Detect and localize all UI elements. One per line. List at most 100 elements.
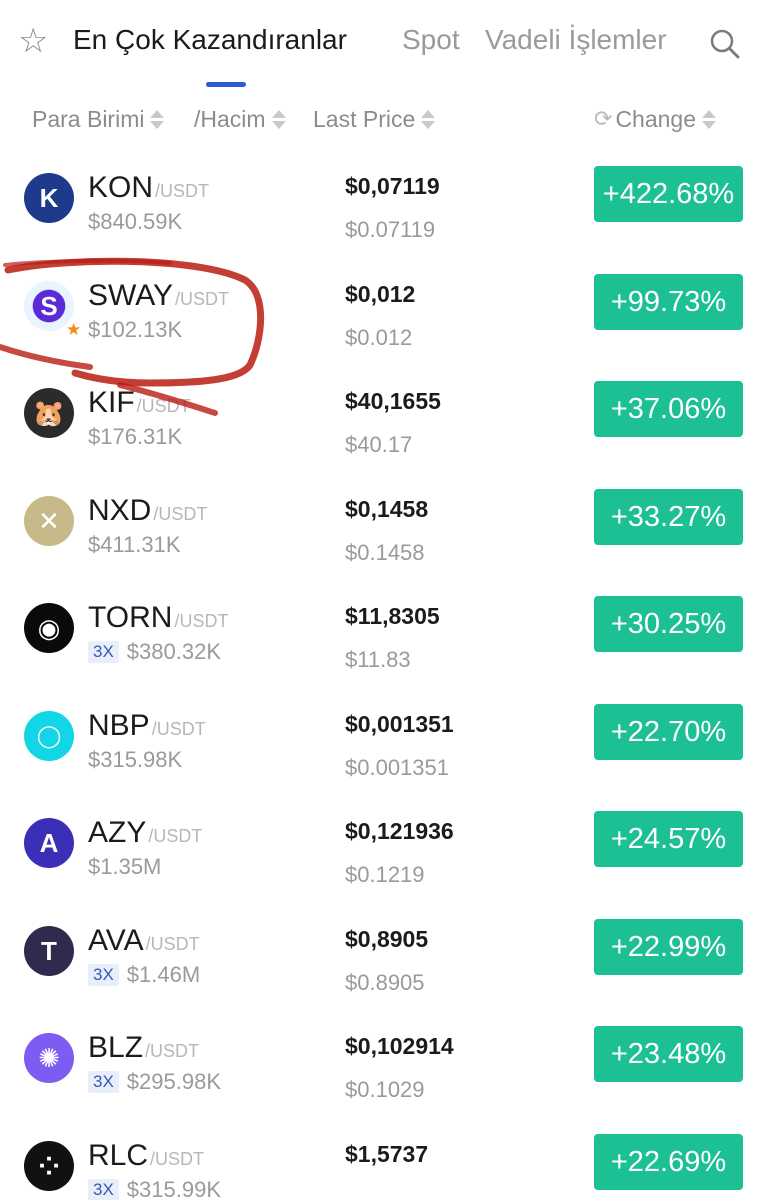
base-symbol: SWAY (88, 279, 174, 312)
market-row[interactable]: ⁘ RLC/USDT 3X $315.99K $1,5737 +22.69% (0, 1133, 775, 1200)
volume-line: $840.59K (88, 209, 182, 235)
last-price-usd: $40.17 (345, 432, 413, 457)
change-badge[interactable]: +422.68% (594, 166, 743, 222)
volume-line: $315.98K (88, 747, 182, 773)
sort-arrows-icon (702, 109, 717, 129)
last-price-usd: $0.1458 (345, 540, 425, 565)
volume-value: $295.98K (126, 1069, 221, 1094)
quote-symbol: /USDT (136, 396, 191, 416)
column-header-change[interactable]: ⟳ Change (594, 104, 717, 134)
pair-name: BLZ/USDT (88, 1031, 199, 1065)
base-symbol: NBP (88, 709, 150, 742)
base-symbol: AZY (88, 816, 147, 849)
base-symbol: TORN (88, 601, 173, 634)
last-price: $0,012 (345, 281, 416, 307)
column-header-pair[interactable]: Para Birimi (32, 104, 165, 134)
quote-symbol: /USDT (150, 1149, 205, 1169)
change-badge[interactable]: +37.06% (594, 381, 743, 437)
volume-value: $102.13K (88, 317, 183, 342)
last-price-usd: $0.1029 (345, 1077, 425, 1102)
market-row[interactable]: ◯ NBP/USDT $315.98K $0,001351 $0.001351 +22.7… (0, 703, 775, 810)
base-symbol: AVA (88, 924, 144, 957)
volume-line: 3X $380.32K (88, 639, 221, 665)
quote-symbol: /USDT (148, 826, 203, 846)
logo-glyph: S (40, 290, 58, 321)
market-row[interactable]: S ★ SWAY/USDT $102.13K $0,012 $0.012 +99.73% (0, 273, 775, 380)
logo-glyph: T (41, 935, 57, 966)
sort-arrows-icon (421, 109, 436, 129)
volume-line: 3X $315.99K (88, 1177, 221, 1200)
change-badge[interactable]: +22.69% (594, 1134, 743, 1190)
market-row[interactable]: ✕ NXD/USDT $411.31K $0,1458 $0.1458 +33.27% (0, 488, 775, 595)
base-symbol: KON (88, 171, 154, 204)
last-price: $0,8905 (345, 926, 429, 952)
top-navigation: ☆ En Çok Kazandıranlar Spot Vadeli İşlem… (0, 0, 775, 95)
leverage-badge: 3X (88, 1179, 119, 1200)
sort-arrows-icon (271, 109, 286, 129)
kif-logo-icon: 🐹 (24, 388, 74, 438)
change-badge[interactable]: +24.57% (594, 811, 743, 867)
volume-value: $176.31K (88, 424, 183, 449)
quote-symbol: /USDT (151, 719, 206, 739)
pair-name: KON/USDT (88, 171, 209, 205)
column-label-pair: Para Birimi (32, 105, 145, 132)
change-badge[interactable]: +23.48% (594, 1026, 743, 1082)
market-row[interactable]: T AVA/USDT 3X $1.46M $0,8905 $0.8905 +22.99% (0, 918, 775, 1025)
favorites-star-icon[interactable]: ☆ (18, 24, 48, 58)
volume-value: $840.59K (88, 209, 183, 234)
pair-name: NXD/USDT (88, 494, 207, 528)
leverage-badge: 3X (88, 641, 119, 663)
market-row[interactable]: ✺ BLZ/USDT 3X $295.98K $0,102914 $0.1029 +23.4… (0, 1025, 775, 1132)
market-row[interactable]: K KON/USDT $840.59K $0,07119 $0.07119 +422.68… (0, 165, 775, 272)
tab-futures[interactable]: Vadeli İşlemler (485, 26, 667, 54)
pair-name: KIF/USDT (88, 386, 191, 420)
column-label-change: Change (615, 105, 697, 132)
base-symbol: KIF (88, 386, 135, 419)
change-badge[interactable]: +22.70% (594, 704, 743, 760)
change-badge[interactable]: +33.27% (594, 489, 743, 545)
pair-name: SWAY/USDT (88, 279, 229, 313)
volume-value: $1.35M (88, 854, 162, 879)
column-header-last-price[interactable]: Last Price (313, 104, 436, 134)
last-price-usd: $0.001351 (345, 755, 449, 780)
column-label-last-price: Last Price (313, 105, 416, 132)
market-row[interactable]: A AZY/USDT $1.35M $0,121936 $0.1219 +24.57% (0, 810, 775, 917)
volume-line: 3X $1.46M (88, 962, 200, 988)
leverage-badge: 3X (88, 964, 119, 986)
logo-glyph: ◯ (36, 723, 62, 748)
nbp-logo-icon: ◯ (24, 711, 74, 761)
tab-spot[interactable]: Spot (402, 26, 460, 54)
pair-name: NBP/USDT (88, 709, 206, 743)
base-symbol: RLC (88, 1139, 149, 1172)
tab-top-gainers[interactable]: En Çok Kazandıranlar (73, 26, 347, 54)
last-price: $0,1458 (345, 496, 429, 522)
quote-symbol: /USDT (145, 934, 200, 954)
volume-line: $411.31K (88, 532, 181, 558)
volume-value: $315.99K (126, 1177, 221, 1200)
column-header-volume[interactable]: /Hacim (194, 104, 286, 134)
logo-glyph: ✕ (38, 505, 60, 536)
change-badge[interactable]: +30.25% (594, 596, 743, 652)
torn-logo-icon: ◉ (24, 603, 74, 653)
market-row[interactable]: ◉ TORN/USDT 3X $380.32K $11,8305 $11.83 +30.25… (0, 595, 775, 702)
logo-glyph: ⁘ (38, 1150, 60, 1181)
change-badge[interactable]: +99.73% (594, 274, 743, 330)
last-price: $0,07119 (345, 173, 440, 199)
volume-line: $1.35M (88, 854, 161, 880)
blz-logo-icon: ✺ (24, 1033, 74, 1083)
quote-symbol: /USDT (155, 181, 210, 201)
refresh-icon[interactable]: ⟳ (594, 106, 612, 132)
last-price: $1,5737 (345, 1141, 429, 1167)
logo-glyph: ◉ (37, 612, 61, 643)
change-badge[interactable]: +22.99% (594, 919, 743, 975)
market-row[interactable]: 🐹 KIF/USDT $176.31K $40,1655 $40.17 +37.06% (0, 380, 775, 487)
search-icon[interactable] (709, 28, 741, 60)
pair-name: AZY/USDT (88, 816, 202, 850)
last-price-usd: $0.012 (345, 325, 413, 350)
active-tab-indicator (206, 82, 246, 87)
leverage-badge: 3X (88, 1071, 119, 1093)
last-price-usd: $0.8905 (345, 970, 425, 995)
logo-glyph: A (39, 827, 59, 858)
favorite-star-icon: ★ (66, 320, 82, 339)
last-price-usd: $0.07119 (345, 217, 436, 242)
